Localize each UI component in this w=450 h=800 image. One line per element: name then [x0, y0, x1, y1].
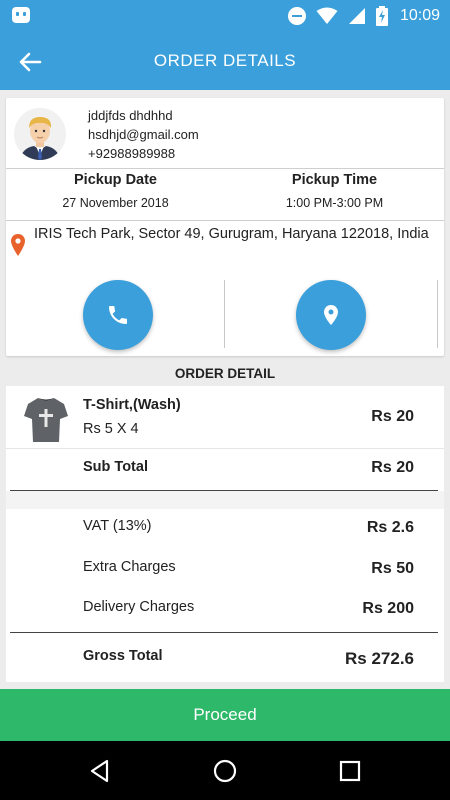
divider	[437, 280, 438, 348]
app-bar: ORDER DETAILS	[0, 32, 450, 90]
do-not-disturb-icon	[287, 7, 306, 25]
spacer	[6, 491, 444, 509]
nav-back-icon	[90, 759, 109, 783]
delivery-charges-value: Rs 200	[362, 600, 414, 617]
extra-charges-label: Extra Charges	[83, 559, 176, 575]
navigation-bar	[0, 741, 450, 800]
battery-charging-icon	[375, 6, 388, 26]
page-title: ORDER DETAILS	[153, 51, 297, 70]
pickup-date-label: Pickup Date	[74, 172, 157, 188]
wifi-icon	[316, 7, 338, 24]
signal-icon	[348, 8, 365, 24]
call-button[interactable]	[83, 280, 153, 350]
extra-charges-value: Rs 50	[371, 560, 414, 577]
customer-email: hsdhjd@gmail.com	[88, 127, 199, 142]
android-icon	[12, 7, 30, 23]
address-text: IRIS Tech Park, Sector 49, Gurugram, Har…	[34, 226, 429, 242]
location-button[interactable]	[296, 280, 366, 350]
proceed-button[interactable]: Proceed	[0, 689, 450, 741]
address-pin-icon	[11, 234, 25, 256]
pickup-time-label: Pickup Time	[291, 172, 378, 188]
divider	[6, 448, 444, 449]
pickup-date: Pickup Date 27 November 2018	[6, 172, 225, 210]
item-name: T-Shirt,(Wash)	[83, 397, 181, 413]
nav-home-button[interactable]	[212, 758, 238, 784]
nav-home-icon	[213, 759, 237, 783]
gross-total-value: Rs 272.6	[345, 649, 414, 668]
vat-label: VAT (13%)	[83, 518, 152, 534]
divider	[10, 632, 438, 633]
item-quantity: Rs 5 X 4	[83, 421, 139, 437]
divider	[6, 168, 444, 169]
nav-back-button[interactable]	[87, 758, 113, 784]
subtotal-value: Rs 20	[371, 459, 414, 476]
location-pin-icon	[324, 305, 338, 325]
avatar-image	[14, 108, 66, 160]
pickup-time: Pickup Time 1:00 PM-3:00 PM	[225, 172, 444, 210]
status-time: 10:09	[399, 7, 440, 24]
delivery-charges-label: Delivery Charges	[83, 599, 195, 615]
status-bar: 10:09	[0, 0, 450, 32]
subtotal-label: Sub Total	[83, 459, 148, 475]
tshirt-icon	[24, 398, 68, 442]
divider	[224, 280, 225, 348]
customer-name: jddjfds dhdhhd	[88, 108, 173, 123]
divider	[6, 220, 444, 221]
gross-total-label: Gross Total	[83, 648, 163, 664]
customer-card: jddjfds dhdhhd hsdhjd@gmail.com +9298898…	[6, 98, 444, 356]
order-detail-title: ORDER DETAIL	[174, 366, 276, 381]
phone-icon	[109, 306, 127, 324]
order-card: T-Shirt,(Wash) Rs 5 X 4 Rs 20 Sub Total …	[6, 386, 444, 682]
pickup-time-value: 1:00 PM-3:00 PM	[285, 196, 384, 210]
nav-recents-button[interactable]	[337, 758, 363, 784]
nav-recents-icon	[339, 760, 361, 782]
pickup-date-value: 27 November 2018	[62, 196, 169, 210]
customer-phone: +92988989988	[88, 146, 176, 161]
avatar	[14, 108, 66, 160]
vat-value: Rs 2.6	[366, 519, 414, 536]
item-price: Rs 20	[371, 408, 414, 425]
